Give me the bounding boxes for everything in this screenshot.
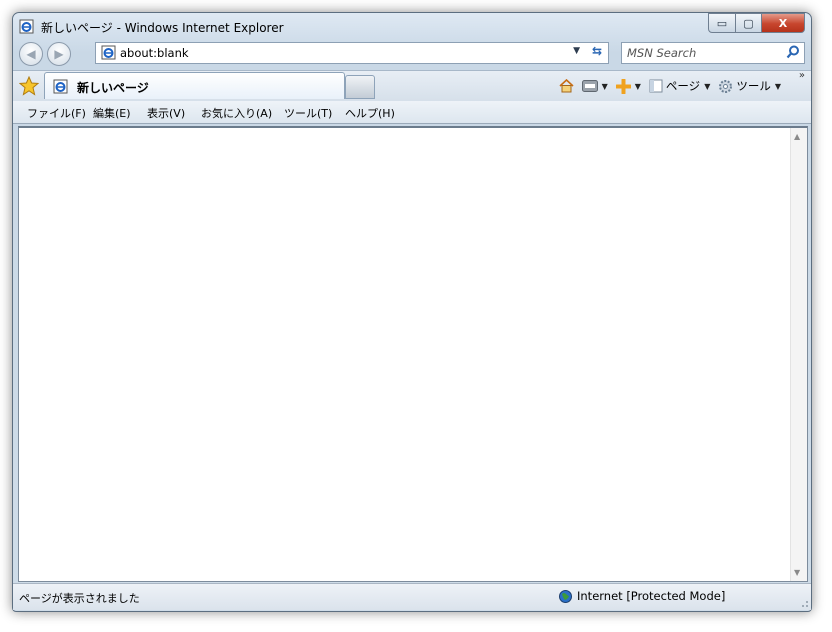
resize-grip-icon[interactable] xyxy=(799,598,809,608)
back-icon: ◀ xyxy=(26,47,36,61)
tab-row: 新しいページ ▼ ▼ ページ ▼ ツール ▼ » xyxy=(13,70,811,101)
search-input[interactable]: MSN Search xyxy=(627,46,696,60)
page-menu-button[interactable]: ページ ▼ xyxy=(649,78,710,94)
title-bar: 新しいページ - Windows Internet Explorer ▭ ▢ X xyxy=(13,13,811,41)
address-bar[interactable]: about:blank ▼ ⇆ xyxy=(95,42,609,64)
back-button[interactable]: ◀ xyxy=(19,42,43,66)
home-button[interactable] xyxy=(559,79,574,93)
menu-favorites[interactable]: お気に入り(A) xyxy=(201,105,272,121)
print-icon xyxy=(615,78,631,94)
favorites-star-icon[interactable] xyxy=(19,76,39,96)
close-icon: X xyxy=(778,16,788,30)
tools-menu-label: ツール xyxy=(736,79,771,93)
close-button[interactable]: X xyxy=(762,13,805,33)
add-button[interactable]: ▼ xyxy=(615,78,641,94)
chevron-down-icon[interactable]: ▼ xyxy=(775,82,781,91)
tools-menu-button[interactable]: ツール ▼ xyxy=(718,78,781,94)
ie-window: 新しいページ - Windows Internet Explorer ▭ ▢ X… xyxy=(12,12,812,612)
maximize-button[interactable]: ▢ xyxy=(736,13,762,33)
forward-icon: ▶ xyxy=(54,47,64,61)
maximize-icon: ▢ xyxy=(743,16,754,30)
security-zone[interactable]: Internet [Protected Mode] xyxy=(559,589,725,603)
gear-icon xyxy=(719,79,733,93)
forward-button[interactable]: ▶ xyxy=(47,42,71,66)
menu-file[interactable]: ファイル(F) xyxy=(27,105,86,121)
page-menu-label: ページ xyxy=(665,79,701,93)
window-title: 新しいページ - Windows Internet Explorer xyxy=(41,21,284,35)
menu-bar: ファイル(F) 編集(E) 表示(V) お気に入り(A) ツール(T) ヘルプ(… xyxy=(13,101,811,124)
address-dropdown-icon[interactable]: ▼ xyxy=(573,46,580,56)
menu-view[interactable]: 表示(V) xyxy=(147,105,185,121)
status-text: ページが表示されました xyxy=(19,592,140,605)
home-icon xyxy=(559,79,574,93)
ie-page-icon xyxy=(19,19,34,34)
caption-buttons: ▭ ▢ X xyxy=(708,13,805,33)
new-tab-button[interactable] xyxy=(345,75,375,99)
navigation-bar: ◀ ▶ about:blank ▼ ⇆ MSN Search xyxy=(13,41,811,66)
menu-help[interactable]: ヘルプ(H) xyxy=(345,105,395,121)
minimize-icon: ▭ xyxy=(716,16,728,30)
feeds-button[interactable]: ▼ xyxy=(581,80,608,92)
ie-page-icon xyxy=(53,79,68,94)
globe-icon xyxy=(559,589,572,603)
search-icon[interactable] xyxy=(786,45,800,59)
page-icon xyxy=(649,79,663,93)
scroll-down-icon[interactable]: ▼ xyxy=(794,568,800,577)
status-bar: ページが表示されました Internet [Protected Mode] xyxy=(13,583,811,610)
minimize-button[interactable]: ▭ xyxy=(708,13,736,33)
chevron-down-icon[interactable]: ▼ xyxy=(704,82,710,91)
command-bar: ▼ ▼ ページ ▼ ツール ▼ xyxy=(551,76,781,96)
scroll-up-icon[interactable]: ▲ xyxy=(794,132,800,141)
search-box[interactable]: MSN Search xyxy=(621,42,805,64)
page-content[interactable]: ▲ ▼ xyxy=(18,126,808,582)
tab-label: 新しいページ xyxy=(77,81,149,95)
chevron-right-icon[interactable]: » xyxy=(799,70,805,81)
address-input[interactable]: about:blank xyxy=(120,46,189,60)
refresh-icon[interactable]: ⇆ xyxy=(592,44,602,58)
chevron-down-icon[interactable]: ▼ xyxy=(635,82,641,91)
rss-icon xyxy=(581,80,598,92)
zone-label: Internet [Protected Mode] xyxy=(577,589,726,603)
menu-tools[interactable]: ツール(T) xyxy=(284,105,332,121)
vertical-scrollbar[interactable]: ▲ ▼ xyxy=(790,128,807,581)
ie-page-icon xyxy=(101,45,116,60)
tab-active[interactable]: 新しいページ xyxy=(44,72,345,99)
chevron-down-icon[interactable]: ▼ xyxy=(602,82,608,91)
menu-edit[interactable]: 編集(E) xyxy=(93,105,131,121)
